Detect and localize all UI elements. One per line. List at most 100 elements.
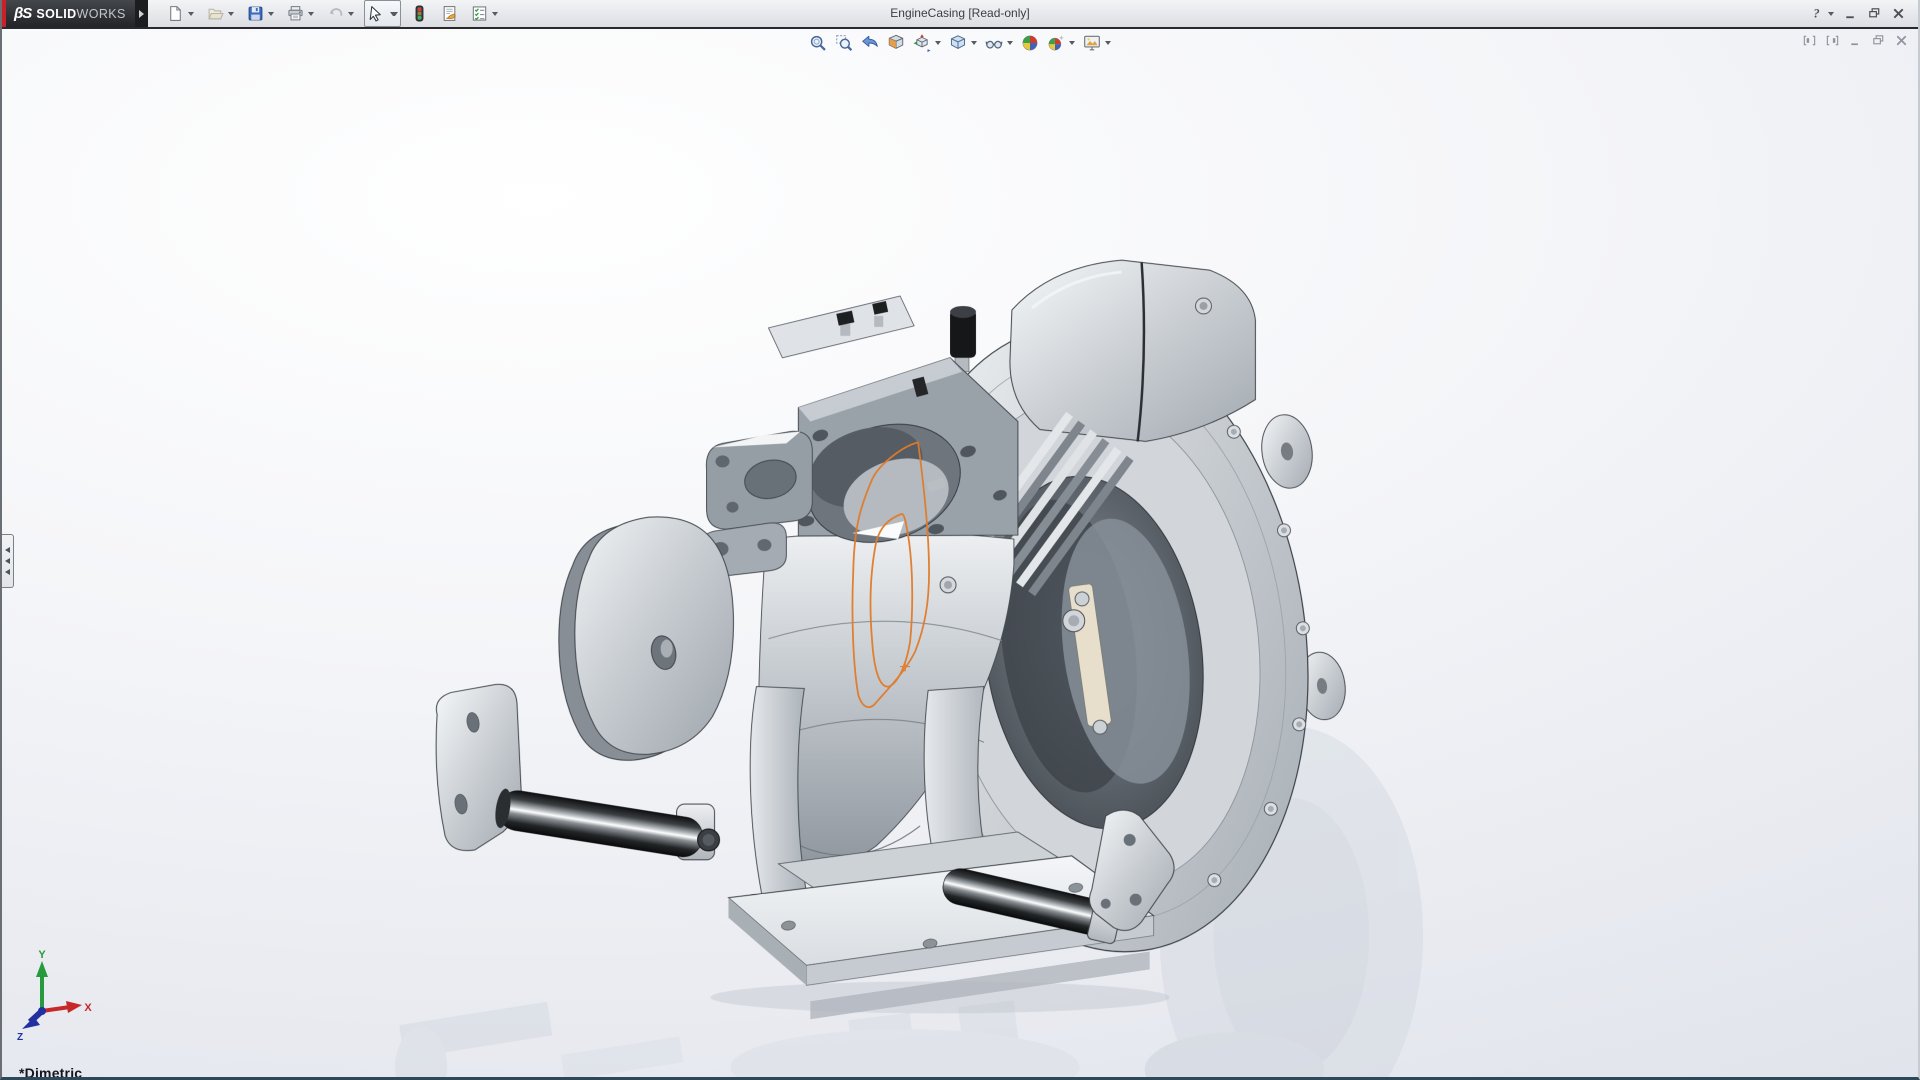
view-orientation-label: *Dimetric (19, 1065, 83, 1077)
apply-scene-button[interactable] (1045, 32, 1077, 54)
open-button[interactable] (204, 0, 237, 27)
help-icon: ? (1809, 6, 1824, 21)
pane-toggle-right-button[interactable] (1825, 33, 1840, 48)
apply-scene-icon (1047, 34, 1065, 52)
new-document-icon (167, 5, 184, 22)
select-icon (367, 5, 384, 22)
file-properties-icon (441, 5, 458, 22)
headsup-view-toolbar (807, 32, 1113, 54)
svg-text:X: X (84, 1002, 92, 1014)
rebuild-icon (411, 5, 428, 22)
collapse-arrow-icon (5, 547, 10, 553)
undo-icon (327, 5, 344, 22)
wordmark-strong: SOLID (36, 6, 77, 21)
solidworks-logo-mark-icon: βS (14, 5, 32, 22)
expand-arrow-icon (138, 9, 144, 18)
print-button[interactable] (284, 0, 317, 27)
triad-z-axis: Z (17, 1008, 45, 1041)
previous-view-icon (861, 34, 879, 52)
save-dropdown-caret-icon[interactable] (267, 11, 274, 16)
undo-dropdown-caret-icon[interactable] (347, 11, 354, 16)
view-orientation-icon (913, 34, 931, 52)
solidworks-wordmark: SOLIDWORKS (36, 7, 125, 21)
menu-expand-button[interactable] (134, 0, 148, 27)
document-close-icon (1894, 33, 1909, 48)
help-dropdown-caret-icon[interactable] (1828, 11, 1834, 16)
file-properties-button[interactable] (438, 0, 461, 27)
save-button[interactable] (244, 0, 277, 27)
svg-text:Z: Z (17, 1032, 23, 1041)
hide-show-items-dropdown-caret-icon[interactable] (1007, 41, 1013, 45)
open-dropdown-caret-icon[interactable] (227, 11, 234, 16)
triad-y-axis: Y (36, 949, 48, 1011)
svg-text:Y: Y (38, 949, 46, 961)
display-style-dropdown-caret-icon[interactable] (971, 41, 977, 45)
zoom-to-fit-button[interactable] (807, 32, 829, 54)
options-button[interactable] (468, 0, 501, 27)
collapse-arrow-icon (5, 569, 10, 575)
window-controls: ? (1809, 6, 1918, 21)
edit-appearance-icon (1021, 34, 1039, 52)
brand-accent-stripe (2, 0, 6, 27)
engine-casing-model[interactable] (2, 29, 1918, 1077)
pane-toggle-left-button[interactable] (1802, 33, 1817, 48)
hide-show-items-button[interactable] (983, 32, 1015, 54)
select-button[interactable] (363, 0, 401, 27)
open-icon (207, 5, 224, 22)
window-minimize-button[interactable] (1843, 6, 1858, 21)
previous-view-button[interactable] (859, 32, 881, 54)
document-minimize-button[interactable] (1848, 33, 1863, 48)
new-document-button[interactable] (164, 0, 197, 27)
window-minimize-icon (1843, 6, 1858, 21)
wordmark-light: WORKS (76, 6, 126, 21)
edit-appearance-button[interactable] (1019, 32, 1041, 54)
feature-manager-collapsed-tab[interactable] (2, 534, 14, 588)
collapse-arrow-icon (5, 558, 10, 564)
window-close-icon (1891, 6, 1906, 21)
triad-x-axis: X (41, 1001, 92, 1014)
view-settings-button[interactable] (1081, 32, 1113, 54)
zoom-to-area-icon (835, 34, 853, 52)
hide-show-items-icon (985, 34, 1003, 52)
select-dropdown-caret-icon[interactable] (389, 11, 398, 16)
window-title: EngineCasing [Read-only] (890, 6, 1030, 20)
document-restore-button[interactable] (1871, 33, 1886, 48)
svg-text:?: ? (1813, 7, 1819, 21)
view-orientation-dropdown-caret-icon[interactable] (935, 41, 941, 45)
window-restore-button[interactable] (1867, 6, 1882, 21)
document-window-controls (1802, 33, 1909, 48)
display-style-button[interactable] (947, 32, 979, 54)
view-settings-icon (1083, 34, 1101, 52)
window-close-button[interactable] (1891, 6, 1906, 21)
view-settings-dropdown-caret-icon[interactable] (1105, 41, 1111, 45)
rebuild-button[interactable] (408, 0, 431, 27)
apply-scene-dropdown-caret-icon[interactable] (1069, 41, 1075, 45)
save-icon (247, 5, 264, 22)
section-view-button[interactable] (885, 32, 907, 54)
undo-button[interactable] (324, 0, 357, 27)
print-icon (287, 5, 304, 22)
new-document-dropdown-caret-icon[interactable] (187, 11, 194, 16)
display-style-icon (949, 34, 967, 52)
window-restore-icon (1867, 6, 1882, 21)
main-toolbar (164, 0, 501, 27)
zoom-to-area-button[interactable] (833, 32, 855, 54)
pane-toggle-left-icon (1802, 33, 1817, 48)
pane-toggle-right-icon (1825, 33, 1840, 48)
reference-triad: Y X Z (17, 949, 92, 1041)
print-dropdown-caret-icon[interactable] (307, 11, 314, 16)
options-icon (471, 5, 488, 22)
solidworks-window: βS SOLIDWORKS EngineCasing [Read-only] ? (0, 0, 1920, 1080)
document-close-button[interactable] (1894, 33, 1909, 48)
graphics-area[interactable]: Y X Z *Dimetric (2, 27, 1918, 1077)
document-minimize-icon (1848, 33, 1863, 48)
model-flywheel-cover[interactable] (558, 516, 734, 761)
solidworks-logo: βS SOLIDWORKS (2, 0, 148, 27)
view-orientation-button[interactable] (911, 32, 943, 54)
zoom-to-fit-icon (809, 34, 827, 52)
section-view-icon (887, 34, 905, 52)
options-dropdown-caret-icon[interactable] (491, 11, 498, 16)
help-button[interactable]: ? (1809, 6, 1834, 21)
document-restore-icon (1871, 33, 1886, 48)
title-bar: βS SOLIDWORKS EngineCasing [Read-only] ? (2, 0, 1918, 27)
